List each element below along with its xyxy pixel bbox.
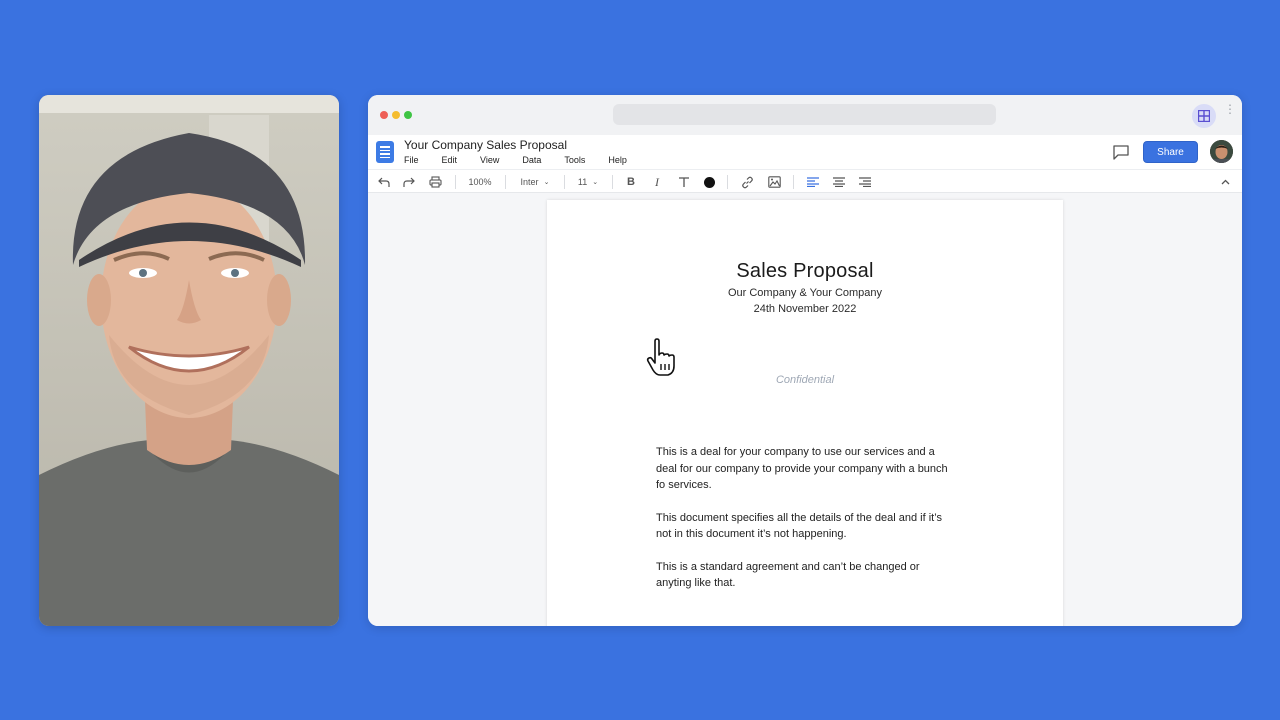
zoom-value: 100% (468, 177, 492, 187)
menu-bar: File Edit View Data Tools Help (404, 155, 650, 165)
document-page[interactable]: Sales Proposal Our Company & Your Compan… (547, 200, 1063, 626)
layout-icon[interactable] (1192, 104, 1216, 128)
toolbar-divider (505, 175, 506, 189)
paragraph[interactable]: This is a deal for your company to use o… (656, 444, 956, 494)
app-header: Your Company Sales Proposal File Edit Vi… (368, 135, 1242, 169)
document-body[interactable]: This is a deal for your company to use o… (656, 444, 956, 608)
hand-cursor-icon (646, 338, 680, 378)
print-icon[interactable] (427, 174, 443, 190)
presenter-image (39, 95, 339, 626)
avatar[interactable] (1210, 140, 1233, 163)
paragraph[interactable]: This is a standard agreement and can’t b… (656, 559, 956, 592)
toolbar-divider (455, 175, 456, 189)
minimize-window-button[interactable] (392, 111, 400, 119)
paragraph[interactable]: This document specifies all the details … (656, 510, 956, 543)
share-button[interactable]: Share (1143, 141, 1198, 163)
document-canvas[interactable]: Sales Proposal Our Company & Your Compan… (368, 193, 1242, 626)
address-bar[interactable] (613, 104, 996, 125)
menu-file[interactable]: File (404, 155, 419, 165)
undo-icon[interactable] (376, 174, 392, 190)
zoom-select[interactable]: 100% (466, 174, 494, 190)
align-center-icon[interactable] (831, 174, 847, 190)
font-value: Inter (520, 177, 539, 187)
redo-icon[interactable] (401, 174, 417, 190)
document-subtitle[interactable]: Our Company & Your Company (547, 287, 1063, 299)
menu-tools[interactable]: Tools (564, 155, 585, 165)
close-window-button[interactable] (380, 111, 388, 119)
bold-icon[interactable]: B (624, 174, 638, 190)
toolbar-divider (793, 175, 794, 189)
confidential-label[interactable]: Confidential (547, 374, 1063, 386)
image-icon[interactable] (766, 174, 782, 190)
document-heading[interactable]: Sales Proposal (547, 260, 1063, 283)
maximize-window-button[interactable] (404, 111, 412, 119)
menu-edit[interactable]: Edit (442, 155, 458, 165)
align-right-icon[interactable] (857, 174, 873, 190)
font-select[interactable]: Inter ⌄ (517, 174, 553, 190)
collapse-icon[interactable] (1218, 174, 1232, 190)
text-format-icon[interactable] (676, 174, 692, 190)
browser-titlebar: ⋮ (368, 95, 1242, 135)
menu-help[interactable]: Help (608, 155, 627, 165)
document-title[interactable]: Your Company Sales Proposal (404, 138, 567, 152)
docs-logo-icon[interactable] (376, 141, 394, 163)
font-size-value: 11 (577, 177, 588, 187)
link-icon[interactable] (739, 174, 755, 190)
align-left-icon[interactable] (805, 174, 821, 190)
toolbar-divider (612, 175, 613, 189)
menu-data[interactable]: Data (522, 155, 541, 165)
formatting-toolbar: 100% Inter ⌄ 11 ⌄ B I (368, 169, 1242, 193)
comment-icon[interactable] (1112, 144, 1130, 160)
webcam-video (39, 95, 339, 626)
font-size-select[interactable]: 11 ⌄ (575, 174, 601, 190)
menu-view[interactable]: View (480, 155, 499, 165)
toolbar-divider (564, 175, 565, 189)
chevron-down-icon: ⌄ (592, 179, 599, 186)
chevron-down-icon: ⌄ (543, 179, 550, 186)
toolbar-divider (727, 175, 728, 189)
italic-icon[interactable]: I (650, 174, 664, 190)
document-date[interactable]: 24th November 2022 (547, 303, 1063, 315)
browser-window: ⋮ Your Company Sales Proposal File Edit … (368, 95, 1242, 626)
color-icon[interactable] (703, 174, 715, 190)
more-options-icon[interactable]: ⋮ (1224, 103, 1236, 123)
